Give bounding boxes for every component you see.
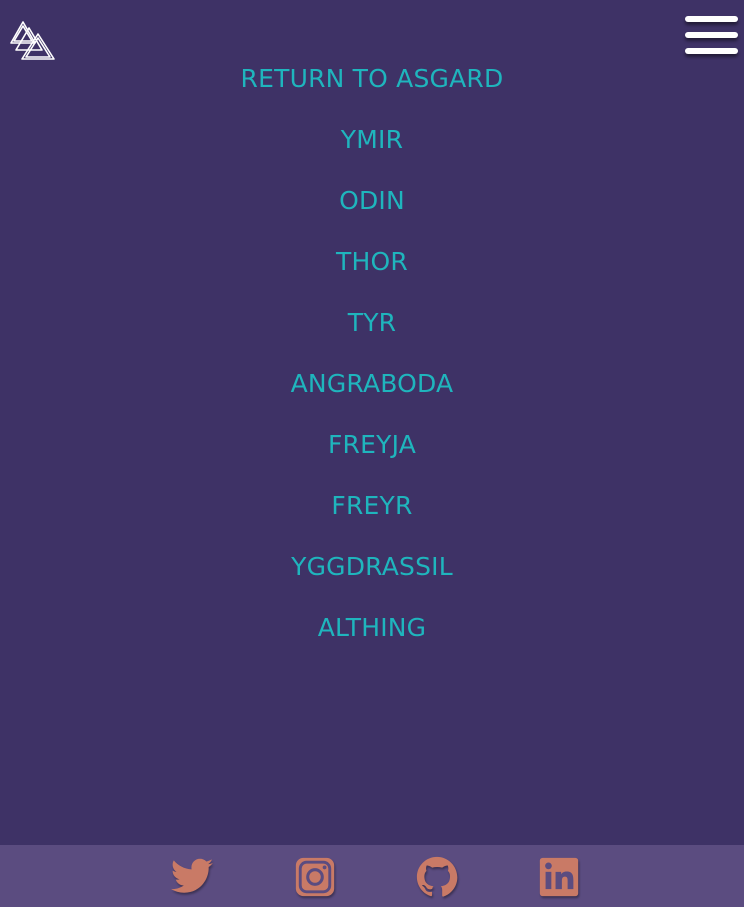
- nav-link-return-to-asgard[interactable]: RETURN TO ASGARD: [241, 64, 504, 93]
- nav-item-freyr: FREYR: [0, 475, 744, 536]
- nav-link-tyr[interactable]: TYR: [348, 308, 397, 337]
- nav-link-ymir[interactable]: YMIR: [341, 125, 403, 154]
- nav-item-yggdrassil: YGGDRASSIL: [0, 536, 744, 597]
- twitter-icon[interactable]: [167, 854, 217, 900]
- nav-item-odin: ODIN: [0, 170, 744, 231]
- linkedin-icon[interactable]: [534, 854, 584, 900]
- nav-item-angraboda: ANGRABODA: [0, 353, 744, 414]
- nav-item-tyr: TYR: [0, 292, 744, 353]
- main-navigation: RETURN TO ASGARD YMIR ODIN THOR TYR ANGR…: [0, 48, 744, 658]
- nav-link-angraboda[interactable]: ANGRABODA: [291, 369, 454, 398]
- footer: [0, 845, 744, 907]
- menu-bar: [685, 16, 738, 22]
- nav-item-return-to-asgard: RETURN TO ASGARD: [0, 48, 744, 109]
- nav-link-althing[interactable]: ALTHING: [318, 613, 427, 642]
- nav-item-freyja: FREYJA: [0, 414, 744, 475]
- github-icon[interactable]: [412, 854, 462, 900]
- instagram-icon[interactable]: [290, 854, 340, 900]
- nav-link-thor[interactable]: THOR: [336, 247, 408, 276]
- nav-link-odin[interactable]: ODIN: [339, 186, 405, 215]
- nav-link-freyr[interactable]: FREYR: [331, 491, 412, 520]
- nav-item-ymir: YMIR: [0, 109, 744, 170]
- nav-link-freyja[interactable]: FREYJA: [328, 430, 416, 459]
- nav-link-yggdrassil[interactable]: YGGDRASSIL: [291, 552, 453, 581]
- nav-item-althing: ALTHING: [0, 597, 744, 658]
- menu-bar: [685, 32, 738, 38]
- nav-item-thor: THOR: [0, 231, 744, 292]
